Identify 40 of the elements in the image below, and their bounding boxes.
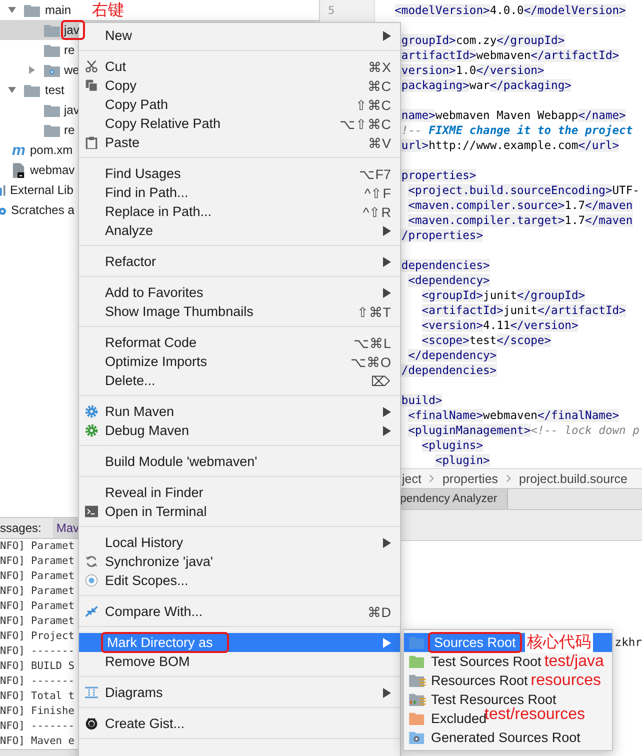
code-line: !-- FIXME change it to the project xyxy=(401,123,633,138)
code-line: <scope>test</scope> xyxy=(422,333,552,348)
code-line: url>http://www.example.com</url> xyxy=(401,138,620,153)
annotation-text: 右键 xyxy=(92,0,124,20)
console-line: NFO] BUILD S xyxy=(0,659,74,674)
panel-title: ssages: xyxy=(0,521,42,535)
annotation-text: resources xyxy=(530,672,602,690)
code-line: <modelVersion>4.0.0</modelVersion> xyxy=(394,3,626,18)
code-line: packaging>war</packaging> xyxy=(401,78,572,93)
console-line: NFO] Paramet xyxy=(0,554,74,569)
console-line: NFO] ------- xyxy=(0,674,74,689)
console-line: NFO] Finishe xyxy=(0,704,74,719)
code-line: <version>4.11</version> xyxy=(422,318,578,333)
annotation-text: test/resources xyxy=(484,706,586,722)
console-line: NFO] ------- xyxy=(0,644,74,659)
console-line: NFO] Paramet xyxy=(0,614,74,629)
console-line: NFO] Paramet xyxy=(0,599,74,614)
code-line: version>1.0</version> xyxy=(401,63,544,78)
console-line: NFO] Paramet xyxy=(0,569,74,584)
console-line: NFO] Maven e xyxy=(0,734,74,749)
code-line: <finalName>webmaven</finalName> xyxy=(408,408,620,423)
code-line: <maven.compiler.target>1.7</maven xyxy=(408,213,633,228)
annotation-text: test/java xyxy=(544,652,604,670)
code-line: <artifactId>junit</artifactId> xyxy=(422,303,626,318)
code-line: <project.build.sourceEncoding>UTF- xyxy=(408,183,640,198)
code-line: <maven.compiler.source>1.7</maven xyxy=(408,198,633,213)
annotation-text: 核心代码 xyxy=(524,632,593,653)
code-line: artifactId>webmaven</artifactId> xyxy=(401,48,620,63)
code-line: name>webmaven Maven Webapp</name> xyxy=(401,108,626,123)
console-line: NFO] Total t xyxy=(0,689,74,704)
console-line: NFO] Paramet xyxy=(0,539,74,554)
console-line: NFO] ------- xyxy=(0,719,74,734)
console-line: zkhr xyxy=(614,635,642,650)
code-line: groupId>com.zy</groupId> xyxy=(401,33,565,48)
code-line: <groupId>junit</groupId> xyxy=(422,288,586,303)
console-line: NFO] Project xyxy=(0,629,74,644)
line-number: 5 xyxy=(327,3,335,18)
code-line: <pluginManagement><!-- lock down p xyxy=(408,423,640,438)
maven-file-icon: m xyxy=(12,142,25,158)
console-line: NFO] Paramet xyxy=(0,584,74,599)
